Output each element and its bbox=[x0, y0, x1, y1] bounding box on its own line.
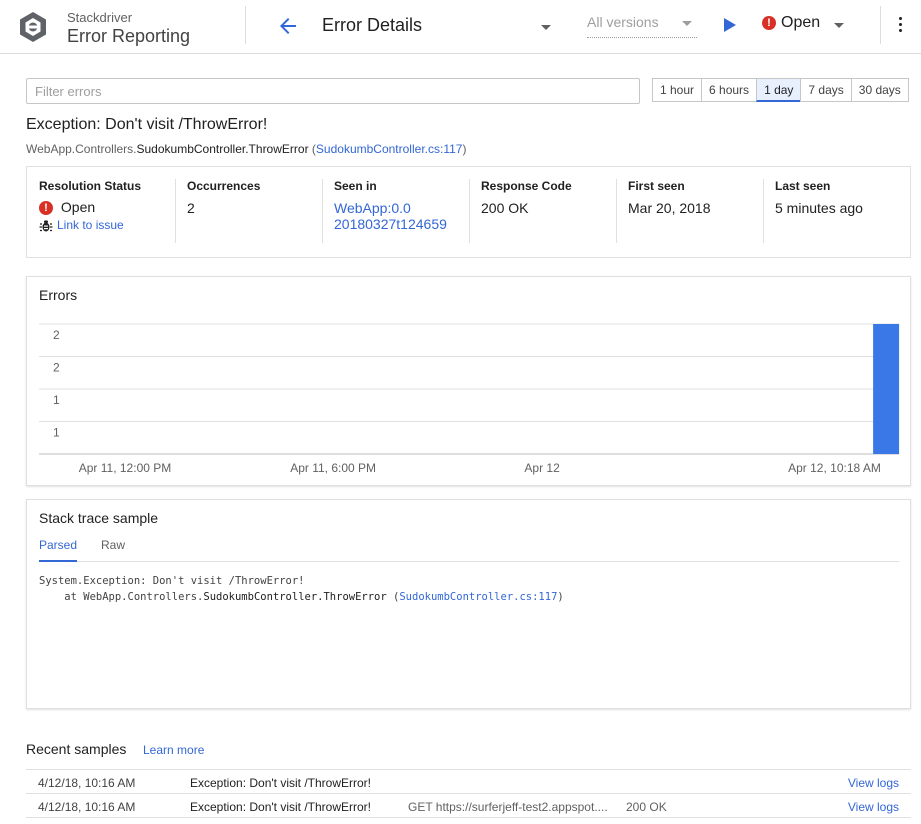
occurrences-value: 2 bbox=[187, 200, 195, 216]
range-6-hours[interactable]: 6 hours bbox=[701, 78, 758, 102]
resolution-status-field: Resolution Status ! Open Link to issue bbox=[39, 179, 174, 243]
response-code-label: Response Code bbox=[481, 179, 572, 193]
chevron-down-icon[interactable] bbox=[541, 25, 551, 30]
divider bbox=[616, 179, 617, 243]
occurrences-label: Occurrences bbox=[187, 179, 261, 193]
link-to-issue-label: Link to issue bbox=[57, 218, 124, 233]
more-options-icon[interactable] bbox=[896, 17, 904, 37]
range-1-hour[interactable]: 1 hour bbox=[652, 78, 703, 102]
trace-line-frame: at WebApp.Controllers.SudokumbController… bbox=[39, 591, 564, 603]
divider bbox=[469, 179, 470, 243]
bug-icon bbox=[39, 220, 53, 232]
y-tick-label: 1 bbox=[53, 426, 60, 440]
x-tick-label: Apr 11, 12:00 PM bbox=[79, 461, 172, 475]
stack-trace-card: Stack trace sample Parsed Raw System.Exc… bbox=[26, 499, 911, 709]
sample-time: 4/12/18, 10:16 AM bbox=[38, 776, 136, 790]
range-1-day[interactable]: 1 day bbox=[756, 78, 802, 102]
page-title: Error Details bbox=[322, 15, 423, 35]
sample-row[interactable]: 4/12/18, 10:16 AM Exception: Don't visit… bbox=[26, 770, 911, 794]
seen-in-version-link[interactable]: WebApp:0.0 20180327t124659 bbox=[334, 200, 469, 232]
back-arrow-icon[interactable] bbox=[277, 15, 299, 37]
versions-label: All versions bbox=[587, 14, 659, 30]
response-code-field: Response Code 200 OK bbox=[481, 179, 616, 243]
status-label: Open bbox=[781, 14, 821, 31]
range-7-days[interactable]: 7 days bbox=[800, 78, 852, 102]
trace-line-exception: System.Exception: Don't visit /ThrowErro… bbox=[39, 575, 305, 587]
recent-samples-table: 4/12/18, 10:16 AM Exception: Don't visit… bbox=[26, 769, 911, 818]
trace-frame-method: SudokumbController.ThrowError bbox=[203, 591, 387, 603]
trace-frame-prefix: at WebApp.Controllers. bbox=[39, 591, 204, 603]
brand-product: Stackdriver bbox=[67, 10, 133, 25]
y-tick-label: 1 bbox=[53, 393, 60, 407]
view-logs-link[interactable]: View logs bbox=[848, 776, 899, 790]
trace-source-link[interactable]: SudokumbController.cs:117 bbox=[399, 591, 557, 603]
chevron-down-icon bbox=[834, 23, 844, 28]
sample-message: Exception: Don't visit /ThrowError! bbox=[190, 800, 372, 814]
tab-parsed[interactable]: Parsed bbox=[39, 538, 78, 562]
last-seen-field: Last seen 5 minutes ago bbox=[775, 179, 905, 243]
versions-dropdown[interactable]: All versions bbox=[587, 14, 697, 38]
exception-method: WebApp.Controllers.SudokumbController.Th… bbox=[26, 142, 466, 156]
paren-close: ) bbox=[462, 142, 467, 156]
seen-in-version: 20180327t124659 bbox=[334, 216, 447, 232]
error-icon: ! bbox=[762, 16, 776, 30]
sample-time: 4/12/18, 10:16 AM bbox=[38, 800, 136, 814]
sample-row[interactable]: 4/12/18, 10:16 AM Exception: Don't visit… bbox=[26, 794, 911, 818]
divider bbox=[322, 179, 323, 243]
occurrences-field: Occurrences 2 bbox=[187, 179, 317, 243]
stackdriver-logo-icon[interactable] bbox=[17, 11, 49, 43]
seen-in-service: WebApp:0.0 bbox=[334, 200, 411, 216]
source-file-link[interactable]: SudokumbController.cs:117 bbox=[316, 142, 463, 156]
tab-raw[interactable]: Raw bbox=[101, 538, 125, 562]
resolution-status-label: Resolution Status bbox=[39, 179, 142, 193]
error-count-bar bbox=[873, 324, 900, 454]
stack-trace-title: Stack trace sample bbox=[39, 510, 159, 526]
response-code-value: 200 OK bbox=[481, 200, 529, 216]
seen-in-label: Seen in bbox=[334, 179, 377, 193]
resolution-status-dropdown[interactable]: ! Open bbox=[762, 14, 852, 38]
x-tick-label: Apr 11, 6:00 PM bbox=[290, 461, 376, 475]
play-icon[interactable] bbox=[724, 18, 736, 32]
chevron-down-icon bbox=[682, 21, 692, 26]
method-name: SudokumbController.ThrowError bbox=[136, 142, 309, 156]
brand-title: Error Reporting bbox=[67, 26, 191, 46]
trace-paren-close: ) bbox=[557, 591, 564, 603]
recent-samples-title: Recent samples bbox=[26, 741, 127, 757]
view-logs-link[interactable]: View logs bbox=[848, 800, 899, 814]
last-seen-value: 5 minutes ago bbox=[775, 200, 863, 216]
top-bar: Stackdriver Error Reporting Error Detail… bbox=[0, 0, 921, 54]
x-tick-label: Apr 12, 10:18 AM bbox=[788, 461, 881, 475]
error-icon: ! bbox=[39, 201, 53, 216]
y-tick-label: 2 bbox=[53, 328, 60, 342]
stack-trace-tabs: Parsed Raw bbox=[39, 538, 899, 562]
divider bbox=[880, 6, 881, 44]
range-30-days[interactable]: 30 days bbox=[850, 78, 909, 102]
resolution-status-text: Open bbox=[60, 199, 96, 215]
first-seen-label: First seen bbox=[628, 179, 685, 193]
x-tick-label: Apr 12 bbox=[524, 461, 560, 475]
sample-request: GET https://surferjeff-test2.appspot.... bbox=[408, 800, 608, 814]
seen-in-field: Seen in WebApp:0.0 20180327t124659 bbox=[334, 179, 469, 243]
first-seen-field: First seen Mar 20, 2018 bbox=[628, 179, 763, 243]
divider bbox=[245, 6, 246, 44]
link-to-issue[interactable]: Link to issue bbox=[39, 218, 174, 233]
paren-open: ( bbox=[308, 142, 316, 156]
y-tick-label: 2 bbox=[53, 361, 60, 375]
sample-message: Exception: Don't visit /ThrowError! bbox=[190, 776, 372, 790]
errors-chart: 2 2 1 1 Apr 11, 12:00 PM Apr 11, 6:00 PM Apr 1… bbox=[39, 323, 900, 475]
divider bbox=[175, 179, 176, 243]
last-seen-label: Last seen bbox=[775, 179, 831, 193]
trace-paren-open: ( bbox=[386, 591, 400, 603]
time-range-selector: 1 hour 6 hours 1 day 7 days 30 days bbox=[652, 78, 909, 102]
learn-more-link[interactable]: Learn more bbox=[143, 743, 204, 757]
resolution-status-value: ! Open bbox=[39, 199, 174, 216]
sample-response-code: 200 OK bbox=[626, 800, 667, 814]
first-seen-value: Mar 20, 2018 bbox=[628, 200, 711, 216]
divider bbox=[763, 179, 764, 243]
exception-title: Exception: Don't visit /ThrowError! bbox=[26, 116, 268, 133]
error-summary-panel: Resolution Status ! Open Link to issue O… bbox=[26, 166, 911, 258]
filter-errors-input[interactable] bbox=[26, 78, 640, 104]
method-namespace: WebApp.Controllers. bbox=[26, 142, 137, 156]
errors-chart-card: Errors 2 2 1 1 Apr 11, 12:00 PM Apr 11, 6:00 … bbox=[26, 276, 911, 486]
